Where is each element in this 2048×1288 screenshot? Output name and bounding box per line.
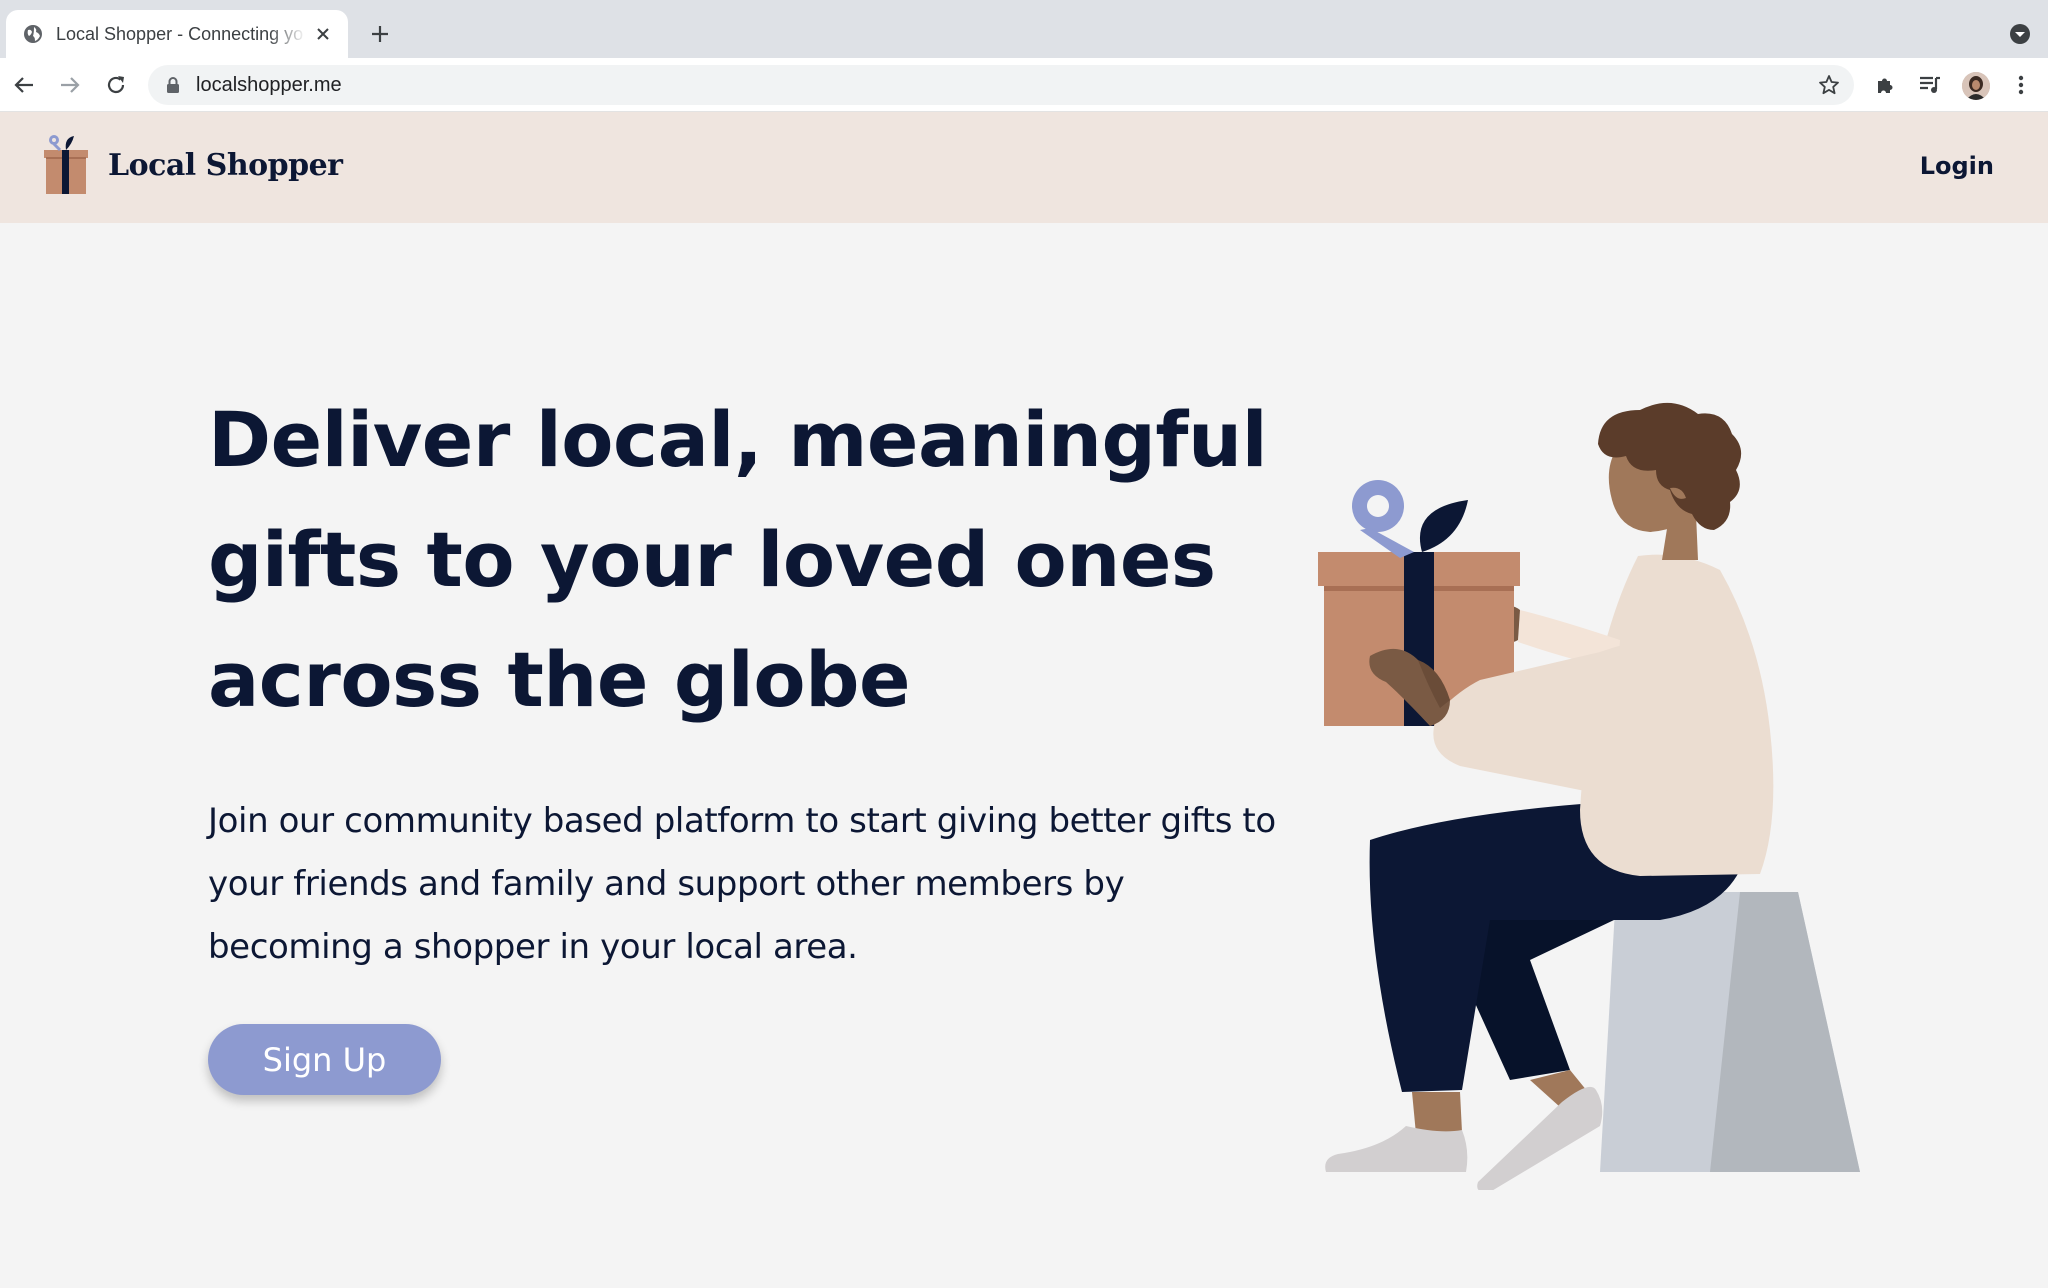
more-vert-icon[interactable] (2007, 71, 2035, 99)
tab-title: Local Shopper - Connecting yo (56, 23, 304, 44)
media-queue-icon[interactable] (1916, 71, 1944, 99)
sign-up-button[interactable]: Sign Up (208, 1024, 441, 1095)
plus-icon[interactable] (366, 20, 394, 48)
hero-subtitle: Join our community based platform to sta… (208, 801, 1276, 967)
browser-toolbar: localshopper.me (0, 58, 2048, 112)
person-holding-gift-illustration (1300, 390, 1900, 1193)
back-arrow-icon[interactable] (10, 71, 38, 99)
browser-tabstrip: Local Shopper - Connecting yo (0, 0, 2048, 58)
brand-name[interactable]: Local Shopper (108, 148, 343, 183)
reload-icon[interactable] (102, 71, 130, 99)
tab-search-icon[interactable] (2008, 22, 2032, 46)
page: Local Shopper - Connecting yo localshopp… (0, 0, 2048, 1288)
hero-title: Deliver local, meaningful gifts to your … (208, 395, 1268, 724)
browser-tab[interactable]: Local Shopper - Connecting yo (6, 10, 348, 58)
close-icon[interactable] (312, 23, 334, 45)
avatar[interactable] (1962, 72, 1990, 100)
star-icon[interactable] (1818, 74, 1840, 96)
gift-logo-icon[interactable] (42, 134, 92, 196)
forward-arrow-icon[interactable] (56, 71, 84, 99)
extensions-icon[interactable] (1871, 71, 1899, 99)
lock-icon[interactable] (164, 76, 182, 94)
login-link[interactable]: Login (1920, 152, 1994, 180)
site-header: Local Shopper Login (0, 112, 2048, 223)
globe-icon (22, 23, 44, 45)
url-text: localshopper.me (196, 73, 342, 96)
address-bar[interactable]: localshopper.me (148, 65, 1854, 105)
